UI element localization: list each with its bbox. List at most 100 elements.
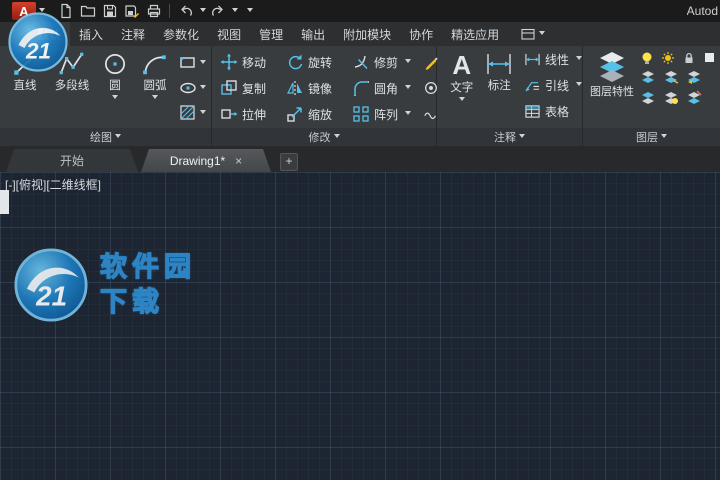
- table-button[interactable]: 表格: [524, 98, 582, 124]
- layer-lock-button[interactable]: [682, 51, 696, 65]
- linear-dimension-button[interactable]: 线性: [524, 46, 582, 72]
- text-button[interactable]: A 文字: [443, 46, 480, 128]
- hatch-icon: [179, 104, 197, 122]
- stretch-button[interactable]: 拉伸: [218, 101, 284, 127]
- new-drawing-tab-button[interactable]: +: [280, 153, 298, 171]
- rectangle-button[interactable]: [179, 53, 206, 73]
- layer-properties-button[interactable]: 图层特性: [588, 46, 636, 128]
- array-label: 阵列: [374, 106, 398, 123]
- ribbon-tab-insert[interactable]: 插入: [70, 22, 112, 46]
- ellipse-button[interactable]: [179, 78, 206, 98]
- text-a-icon: A: [452, 50, 471, 80]
- panel-layers-label: 图层: [636, 129, 658, 145]
- ribbon-tab-bar: 默认 插入 注释 参数化 视图 管理 输出 附加模块 协作 精选应用: [0, 22, 720, 46]
- copy-button[interactable]: 复制: [218, 75, 284, 101]
- ribbon-display-toggle[interactable]: [520, 22, 545, 46]
- linear-dimension-icon: [524, 52, 541, 67]
- panel-annotate-strip[interactable]: 注释: [437, 128, 582, 146]
- arc-button[interactable]: 圆弧: [133, 46, 177, 128]
- redo-button[interactable]: [207, 1, 228, 21]
- save-as-icon: [124, 3, 140, 19]
- drawing-canvas[interactable]: [-][俯视][二维线框] 21 软件园 下载: [0, 172, 720, 480]
- start-tab[interactable]: 开始: [6, 149, 138, 172]
- panel-annotate-caret-icon: [519, 134, 525, 141]
- panel-draw-strip[interactable]: 绘图: [0, 128, 211, 146]
- fillet-button[interactable]: 圆角: [350, 75, 422, 101]
- undo-button[interactable]: [175, 1, 196, 21]
- layer-previous-button[interactable]: [686, 69, 702, 85]
- copy-label: 复制: [242, 80, 266, 97]
- ribbon-tab-parametric[interactable]: 参数化: [154, 22, 208, 46]
- rectangle-icon: [179, 54, 197, 72]
- lock-icon: [682, 51, 696, 65]
- layer-isolate-button[interactable]: [640, 89, 656, 105]
- viewport-controls[interactable]: [-][俯视][二维线框]: [5, 176, 101, 193]
- move-icon: [220, 53, 238, 71]
- dimension-button[interactable]: 标注: [480, 46, 517, 128]
- ribbon-tab-view[interactable]: 视图: [208, 22, 250, 46]
- layer-unisolate-button[interactable]: [663, 89, 679, 105]
- watermark-badge-number: 21: [35, 280, 67, 311]
- ribbon-tab-collaborate[interactable]: 协作: [400, 22, 442, 46]
- layer-unisolate-icon: [663, 89, 679, 105]
- close-icon[interactable]: ×: [235, 154, 242, 168]
- dimension-label: 标注: [488, 80, 511, 93]
- panel-modify: 移动 旋转 修剪: [212, 46, 437, 146]
- layer-isolate-icon: [640, 89, 656, 105]
- open-button[interactable]: [77, 1, 98, 21]
- trim-button[interactable]: 修剪: [350, 49, 422, 75]
- linear-caret-icon: [576, 56, 582, 63]
- polyline-label: 多段线: [55, 80, 90, 93]
- drawing1-tab-label: Drawing1*: [170, 154, 225, 168]
- quick-access-toolbar: [55, 1, 253, 21]
- watermark-badge: 21: [14, 248, 88, 322]
- panel-layers-strip[interactable]: 图层: [583, 128, 720, 146]
- move-button[interactable]: 移动: [218, 49, 284, 75]
- autocad-window: A: [0, 0, 720, 480]
- fillet-icon: [352, 79, 370, 97]
- drawing1-tab[interactable]: Drawing1* ×: [141, 149, 271, 172]
- layer-color-button[interactable]: [703, 51, 717, 65]
- layer-freeze-button[interactable]: [661, 51, 675, 65]
- scale-button[interactable]: 缩放: [284, 101, 350, 127]
- qat-more-caret-icon[interactable]: [247, 8, 253, 15]
- ribbon-tab-output[interactable]: 输出: [292, 22, 334, 46]
- title-bar: A: [0, 0, 720, 22]
- layer-off-button[interactable]: [686, 89, 702, 105]
- watermark-text-line1: 软件园: [100, 251, 196, 284]
- layer-on-button[interactable]: [640, 51, 654, 65]
- redo-caret-icon[interactable]: [232, 8, 238, 15]
- sun-icon: [661, 51, 675, 65]
- leader-button[interactable]: 引线: [524, 72, 582, 98]
- hatch-button[interactable]: [179, 103, 206, 123]
- scale-label: 缩放: [308, 106, 332, 123]
- bulb-icon: [640, 51, 654, 65]
- ribbon-tab-annotate[interactable]: 注释: [112, 22, 154, 46]
- rotate-button[interactable]: 旋转: [284, 49, 350, 75]
- mirror-button[interactable]: 镜像: [284, 75, 350, 101]
- panel-modify-strip[interactable]: 修改: [212, 128, 436, 146]
- mirror-icon: [286, 79, 304, 97]
- ribbon-tab-manage[interactable]: 管理: [250, 22, 292, 46]
- panel-modify-label: 修改: [309, 129, 331, 145]
- text-caret-icon: [459, 97, 465, 104]
- ribbon-tab-featured-apps[interactable]: 精选应用: [442, 22, 508, 46]
- trim-icon: [352, 53, 370, 71]
- undo-caret-icon[interactable]: [200, 8, 206, 15]
- leader-caret-icon: [576, 82, 582, 89]
- rotate-label: 旋转: [308, 54, 332, 71]
- layer-match-icon: [663, 69, 679, 85]
- rotate-icon: [286, 53, 304, 71]
- undo-icon: [178, 3, 194, 19]
- fillet-caret-icon: [405, 85, 411, 92]
- table-icon: [524, 104, 541, 119]
- ribbon-tab-add-ins[interactable]: 附加模块: [334, 22, 400, 46]
- fillet-label: 圆角: [374, 80, 398, 97]
- save-button[interactable]: [99, 1, 120, 21]
- save-as-button[interactable]: [121, 1, 142, 21]
- circle-button[interactable]: 圆: [97, 46, 133, 128]
- array-button[interactable]: 阵列: [350, 101, 422, 127]
- layer-match-button[interactable]: [663, 69, 679, 85]
- layer-make-current-button[interactable]: [640, 69, 656, 85]
- plot-button[interactable]: [143, 1, 164, 21]
